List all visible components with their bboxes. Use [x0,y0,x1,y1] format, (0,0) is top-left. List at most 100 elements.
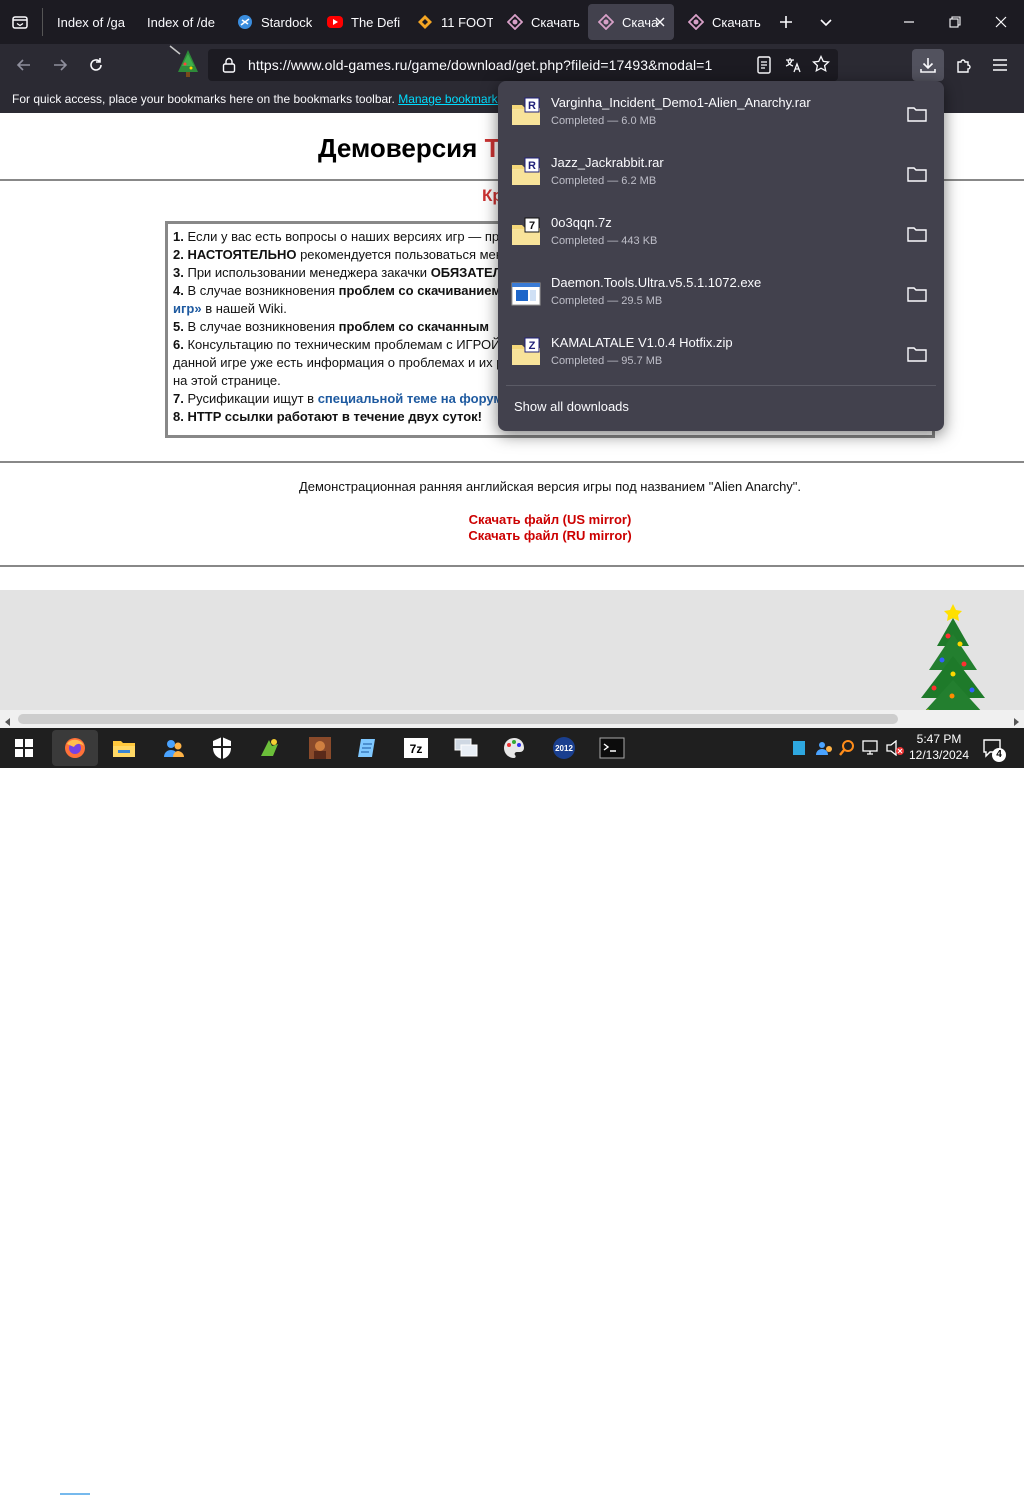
chevron-down-icon[interactable] [814,10,838,34]
tab-label: Index of /ga [57,14,125,30]
tab-11-foot[interactable]: 11 FOOT [407,4,493,40]
download-status: Completed — 6.2 MB [551,175,657,187]
scrollbar-thumb[interactable] [18,714,898,724]
download-us-link[interactable]: Скачать файл (US mirror) [0,512,1024,527]
back-button[interactable] [9,50,39,80]
reader-view-icon[interactable] [756,56,772,79]
reload-button[interactable] [81,50,111,80]
panel-divider [506,385,936,386]
tab-skachat-2[interactable]: Скачать [678,4,764,40]
manage-bookmarks-link[interactable]: Manage bookmarks [398,92,503,106]
christmas-tree-decoration [898,600,998,728]
tray-window-icon[interactable] [792,740,806,761]
download-ru-link[interactable]: Скачать файл (RU mirror) [0,528,1024,543]
url-bar[interactable]: https://www.old-games.ru/game/download/g… [208,49,838,81]
hamburger-menu-icon[interactable] [988,53,1012,77]
restore-button[interactable] [932,0,978,44]
shield-icon[interactable] [206,732,238,764]
rule-bold: НАСТОЯТЕЛЬНО [187,247,297,262]
tab-label: Скачать [531,14,580,30]
downloads-panel: R Varginha_Incident_Demo1-Alien_Anarchy.… [498,81,944,431]
open-folder-icon[interactable] [906,223,928,245]
windows-start-icon[interactable] [8,732,40,764]
rule-text: При использовании менеджера закачки [187,265,431,280]
page-title: Демоверсия T [318,133,500,164]
download-status: Completed — 95.7 MB [551,355,663,367]
tab-stardock[interactable]: Stardock [227,4,313,40]
download-item[interactable]: Daemon.Tools.Ultra.v5.5.1.1072.exe Compl… [506,265,936,323]
download-item[interactable]: R Jazz_Jackrabbit.rar Completed — 6.2 MB [506,145,936,203]
minimize-button[interactable] [886,0,932,44]
open-folder-icon[interactable] [906,103,928,125]
open-folder-icon[interactable] [906,343,928,365]
terminal-icon[interactable] [596,732,628,764]
download-item[interactable]: Z KAMALATALE V1.0.4 Hotfix.zip Completed… [506,325,936,383]
open-folder-icon[interactable] [906,163,928,185]
volume-muted-icon[interactable] [885,739,905,761]
christmas-tree-icon [166,44,206,84]
rule-text: данной игре уже есть информация о пробле… [173,355,511,370]
old-games-icon [507,14,523,30]
download-item[interactable]: R Varginha_Incident_Demo1-Alien_Anarchy.… [506,85,936,143]
7zip-icon[interactable]: 7z [400,732,432,764]
diamond-icon [417,14,433,30]
open-folder-icon[interactable] [906,283,928,305]
tab-index-ga[interactable]: Index of /ga [47,4,133,40]
taskbar: 7z 2012 5:47 PM 12/13/2024 4 [0,728,1024,1495]
notepad-icon[interactable] [352,732,384,764]
close-tab-icon[interactable] [652,14,668,30]
clock[interactable]: 5:47 PM 12/13/2024 [906,731,972,763]
rule-number: 6. [173,337,184,352]
downloads-button[interactable] [912,49,944,81]
extensions-icon[interactable] [952,53,976,77]
network-computer-icon[interactable] [450,732,482,764]
tab-label: The Defi [351,14,401,30]
divider [0,565,1024,567]
svg-text:R: R [528,160,536,172]
tab-separator [42,8,43,36]
tab-label: Скачать [712,14,761,30]
horizontal-scrollbar[interactable] [0,710,1024,728]
game-description: Демонстрационная ранняя английская верси… [298,479,802,494]
show-all-downloads-button[interactable]: Show all downloads [514,399,629,414]
file-explorer-icon[interactable] [108,732,140,764]
bookmark-star-icon[interactable] [812,54,830,78]
game-launcher-icon[interactable] [254,732,286,764]
forum-link[interactable]: специальной теме на форум [318,391,503,406]
game-app-icon[interactable] [304,732,336,764]
firefox-taskbar-icon[interactable] [52,730,98,766]
rule-text: на этой странице. [173,373,281,388]
rule-number: 4. [173,283,184,298]
download-filename: Daemon.Tools.Ultra.v5.5.1.1072.exe [551,275,762,290]
tab-youtube[interactable]: The Defi [317,4,403,40]
7z-archive-icon: 7 [512,217,540,245]
tray-people-icon[interactable] [815,739,833,762]
tab-list-icon[interactable] [8,10,32,34]
new-tab-icon[interactable] [774,10,798,34]
svg-text:R: R [528,100,536,112]
lock-icon[interactable] [222,57,236,78]
tab-skachat-1[interactable]: Скачать [497,4,583,40]
tab-skachat-active[interactable]: Скача [588,4,674,40]
people-app-icon[interactable] [158,732,190,764]
close-window-button[interactable] [978,0,1024,44]
download-item[interactable]: 7 0o3qqn.7z Completed — 443 KB [506,205,936,263]
translate-icon[interactable] [784,56,802,79]
rule-bold: проблем со скачиванием [338,283,501,298]
svg-text:7z: 7z [410,742,423,756]
rule-text: Русификации ищут в [187,391,318,406]
tab-label: Stardock [261,14,313,30]
wiki-link[interactable]: игр» [173,301,202,316]
rule-text: Консультацию по техническим проблемам с … [187,337,511,352]
rule-number: 7. [173,391,184,406]
paint-icon[interactable] [498,732,530,764]
rule-text: В случае возникновения [187,283,339,298]
notification-badge: 4 [992,748,1006,762]
forward-button[interactable] [45,50,75,80]
network-icon[interactable] [862,740,880,761]
page-footer-area [0,590,1024,710]
divider [0,461,1024,463]
game-2012-icon[interactable]: 2012 [548,732,580,764]
tab-index-de[interactable]: Index of /de [137,4,223,40]
search-icon[interactable] [838,739,856,762]
